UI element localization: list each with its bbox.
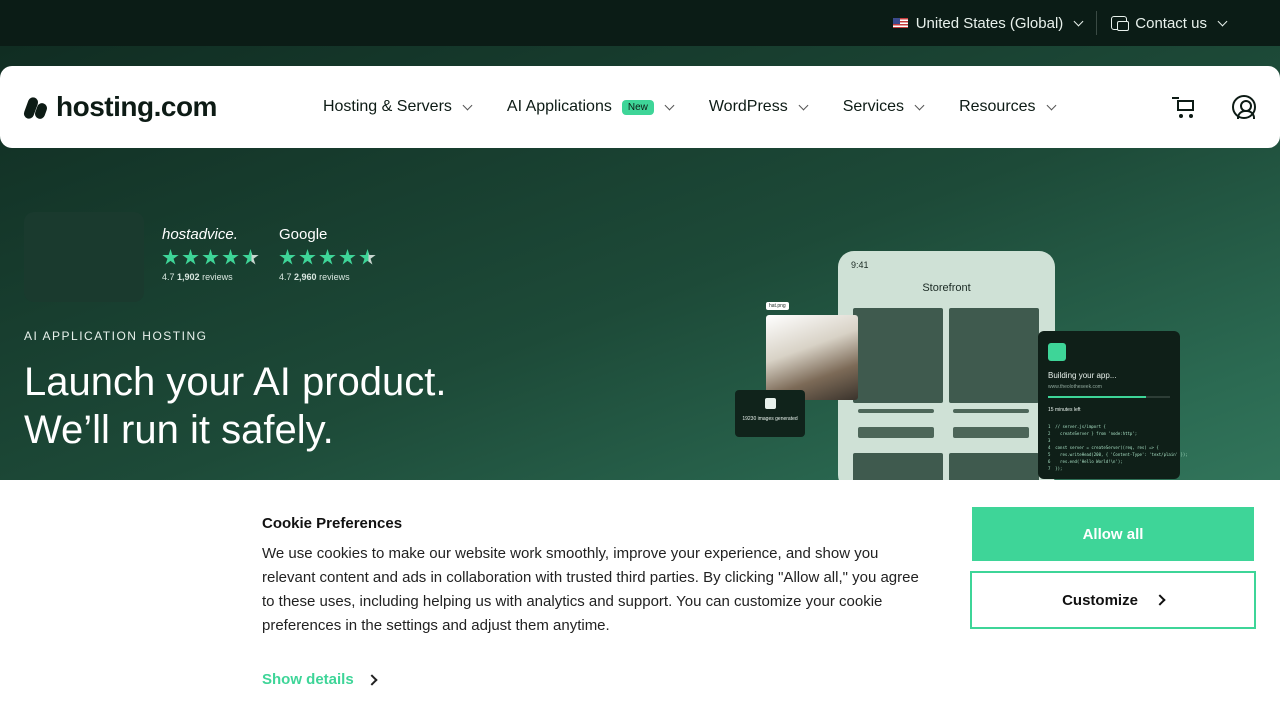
- nav-item-services[interactable]: Services: [842, 98, 925, 116]
- phone-mockup: 9:41 Storefront: [838, 251, 1055, 491]
- star-icon: [222, 249, 239, 265]
- nav-actions: [1172, 95, 1256, 119]
- nav-item-label: WordPress: [708, 98, 788, 115]
- star-icon: [299, 249, 316, 265]
- build-minutes: 15 minutes left: [1048, 407, 1081, 413]
- contact-menu[interactable]: Contact us: [1097, 15, 1240, 32]
- region-selector[interactable]: United States (Global): [879, 15, 1097, 32]
- chevron-down-icon: [1217, 16, 1228, 26]
- cart-icon[interactable]: [1172, 96, 1196, 118]
- utility-bar: United States (Global) Contact us: [0, 0, 1280, 46]
- allow-all-button[interactable]: Allow all: [972, 507, 1254, 561]
- star-icon: [202, 249, 219, 265]
- product-photo: [766, 315, 858, 400]
- customize-label: Customize: [1062, 591, 1138, 609]
- star-icon: [162, 249, 179, 265]
- phone-time: 9:41: [851, 260, 869, 270]
- star-icon: [279, 249, 296, 265]
- google-rating: Google 4.7 2,960 reviews: [279, 226, 376, 282]
- review-count: 4.7 2,960 reviews: [279, 272, 350, 282]
- chevron-right-icon: [1154, 594, 1166, 606]
- main-nav: hosting.com Hosting & Servers AI Applica…: [0, 66, 1280, 148]
- nav-item-label: AI Applications: [506, 98, 612, 115]
- logo-text: hosting.com: [56, 91, 217, 122]
- phone-title: Storefront: [922, 282, 971, 294]
- image-placeholder: [853, 308, 943, 403]
- chevron-down-icon: [1073, 16, 1084, 26]
- star-icon: [339, 249, 356, 265]
- nav-item-resources[interactable]: Resources: [959, 98, 1056, 116]
- images-generated-card: 19230 images generated: [735, 390, 805, 437]
- chevron-down-icon: [914, 100, 925, 110]
- contact-label: Contact us: [1135, 14, 1207, 32]
- text-line: [858, 409, 934, 413]
- award-badge: [24, 212, 144, 302]
- nav-item-hosting-servers[interactable]: Hosting & Servers: [322, 98, 473, 116]
- code-snippet: 1 // server.js/import { 2 createServer }…: [1048, 424, 1188, 471]
- text-line: [953, 409, 1029, 413]
- nav-menu: Hosting & Servers AI Applications New Wo…: [322, 98, 1056, 116]
- chevron-down-icon: [798, 100, 809, 110]
- headline-line-2: We’ll run it safely.: [24, 408, 334, 452]
- build-title: Building your app...: [1048, 371, 1117, 380]
- google-logo: Google: [279, 226, 328, 243]
- new-badge: New: [621, 99, 654, 115]
- nav-item-wordpress[interactable]: WordPress: [708, 98, 809, 116]
- show-details-link[interactable]: Show details: [262, 671, 378, 688]
- region-label: United States (Global): [915, 14, 1064, 32]
- build-url: www.theolotheseek.com: [1048, 384, 1102, 390]
- hero-eyebrow: AI APPLICATION HOSTING: [24, 329, 208, 343]
- chevron-down-icon: [664, 100, 675, 110]
- chevron-down-icon: [462, 100, 473, 110]
- chevron-down-icon: [1046, 100, 1056, 110]
- chevron-right-icon: [366, 673, 378, 686]
- show-details-label: Show details: [262, 671, 354, 688]
- logo[interactable]: hosting.com: [22, 91, 217, 123]
- build-progress: [1048, 396, 1170, 398]
- account-icon[interactable]: [1232, 95, 1256, 119]
- mock-button: [858, 427, 934, 438]
- nav-item-label: Hosting & Servers: [322, 98, 452, 115]
- cookie-banner: Cookie Preferences We use cookies to mak…: [0, 480, 1280, 720]
- star-rating: [279, 249, 376, 266]
- logo-mark-icon: [22, 93, 52, 121]
- nav-item-label: Services: [842, 98, 905, 115]
- headline-line-1: Launch your AI product.: [24, 360, 447, 404]
- star-half-icon: [359, 249, 376, 265]
- app-icon: [1048, 343, 1066, 361]
- image-placeholder: [949, 308, 1039, 403]
- hostadvice-logo: hostadvice.: [162, 226, 238, 243]
- build-status-card: Building your app... www.theolotheseek.c…: [1038, 331, 1188, 479]
- review-count: 4.7 1,902 reviews: [162, 272, 233, 282]
- cookie-body: We use cookies to make our website work …: [262, 545, 919, 634]
- cookie-title: Cookie Preferences: [262, 515, 403, 532]
- chat-icon: [1111, 16, 1130, 31]
- nav-item-ai-applications[interactable]: AI Applications New: [506, 98, 675, 116]
- star-half-icon: [242, 249, 259, 265]
- hero-headline: Launch your AI product. We’ll run it saf…: [24, 358, 447, 454]
- photo-tag: hat.png: [766, 302, 789, 310]
- star-rating: [162, 249, 259, 266]
- nav-item-label: Resources: [959, 98, 1036, 115]
- us-flag-icon: [892, 18, 908, 28]
- hostadvice-rating: hostadvice. 4.7 1,902 reviews: [162, 226, 259, 282]
- star-icon: [319, 249, 336, 265]
- customize-button[interactable]: Customize: [970, 571, 1256, 629]
- star-icon: [182, 249, 199, 265]
- mock-button: [953, 427, 1029, 438]
